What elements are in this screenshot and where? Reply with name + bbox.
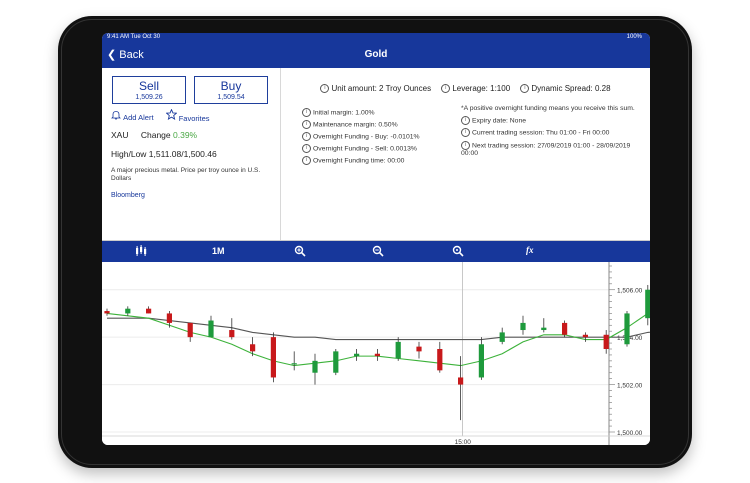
candle [125,308,131,314]
candle [395,341,401,359]
instrument-description: A major precious metal. Price per troy o… [111,167,261,182]
candle [562,322,568,335]
status-time: 9:41 AM Tue Oct 30 [107,34,161,40]
candle [229,330,235,338]
candle [250,344,256,352]
candle [624,313,630,345]
status-bar: 9:41 AM Tue Oct 30 100% [102,33,650,43]
candle [187,322,193,338]
candle [416,346,422,352]
chart-toolbar: 1M fx [102,241,650,262]
function-icon[interactable]: fx [526,245,534,255]
funding-note: *A positive overnight funding means you … [461,105,635,112]
status-battery: 100% [626,34,642,40]
info-icon[interactable]: i [441,84,451,94]
info-icon[interactable]: i [302,120,311,129]
star-icon [165,108,178,120]
action-links: Add Alert Favorites [111,108,210,123]
app-screen: 9:41 AM Tue Oct 30 100% ❮ Back Gold Sell… [102,33,650,445]
zoom-out-icon[interactable] [372,245,384,259]
summary-row: i Unit amount: 2 Troy Ounces i Leverage: 1… [281,84,650,94]
info-icon[interactable]: i [302,132,311,141]
x-marker-label: 15:00 [455,439,472,445]
candle [291,363,297,365]
candle [374,353,380,357]
candle [333,351,339,373]
info-icon[interactable]: i [461,128,470,138]
info-icon[interactable]: i [520,84,530,94]
candle [166,313,172,323]
candle [478,344,484,378]
nav-bar: ❮ Back Gold [102,43,650,68]
info-icon[interactable]: i [302,108,311,117]
candle [146,308,152,314]
buy-button[interactable]: Buy 1,509.54 [194,76,268,104]
candles-icon[interactable] [134,245,148,259]
candle [645,289,650,319]
candlestick-chart[interactable]: 1,500.001,502.001,504.001,506.0015:00 [102,262,650,445]
candle [603,334,609,349]
candle [354,353,360,357]
candle [582,334,588,338]
candle [458,377,464,385]
page-title: Gold [364,49,388,60]
add-alert-button[interactable]: Add Alert [111,110,154,122]
info-icon[interactable]: i [461,116,470,125]
zoom-reset-icon[interactable] [452,245,464,259]
candle [208,320,214,338]
margin-details: i Initial margin: 1.00% i Maintenance marg… [302,108,420,168]
timeframe-button[interactable]: 1M [212,246,225,256]
candle [270,337,276,378]
candle [104,311,110,314]
info-icon[interactable]: i [461,140,470,150]
session-details: *A positive overnight funding means you … [461,105,641,161]
candle [312,360,318,373]
instrument-change: XAU Change 0.39% [111,130,198,140]
change-value: 0.39% [173,130,198,140]
y-tick-label: 1,506.00 [617,288,643,295]
details-panel: i Unit amount: 2 Troy Ounces i Leverage: 1… [281,68,650,240]
source-link[interactable]: Bloomberg [111,192,145,199]
candle [437,349,443,371]
favorites-button[interactable]: Favorites [165,108,210,123]
price-chart[interactable]: 1,500.00 1,502.00 1,504.00 1,506.00 15:00 [102,262,650,445]
info-icon[interactable]: i [320,84,330,94]
candle [520,322,526,331]
info-icon[interactable]: i [302,144,311,153]
y-tick-label: 1,502.00 [617,383,643,390]
high-low: High/Low 1,511.08/1,500.46 [111,149,217,159]
candle [541,327,547,331]
zoom-in-icon[interactable] [294,245,306,259]
sell-button[interactable]: Sell 1,509.26 [112,76,186,104]
info-icon[interactable]: i [302,156,311,165]
candle [499,332,505,342]
bell-icon [111,110,121,120]
instrument-panel: Sell 1,509.26 Buy 1,509.54 Add Alert Fav… [102,68,281,240]
